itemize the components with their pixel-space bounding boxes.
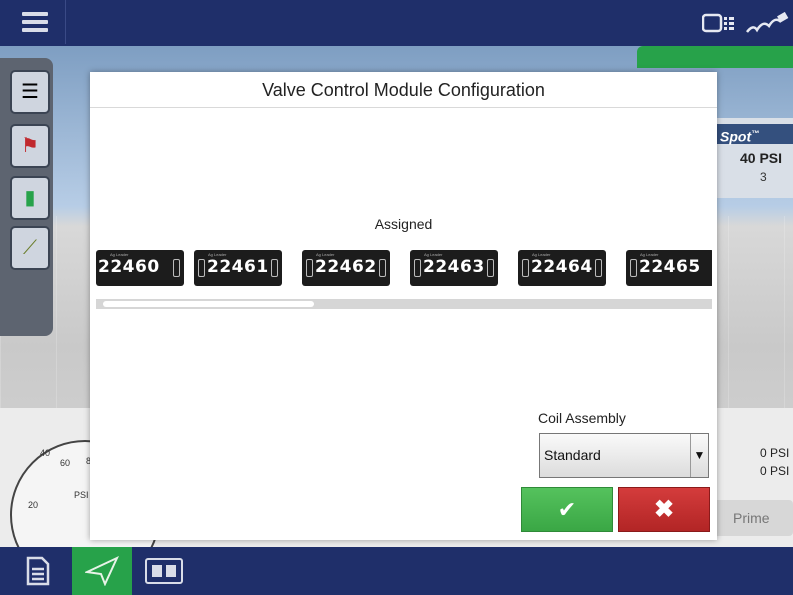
gauge-label: 40 xyxy=(40,448,51,458)
module-item[interactable]: Ag Leader 22463 xyxy=(410,250,498,286)
confirm-button[interactable]: ✔ xyxy=(521,487,613,532)
assigned-label: Assigned xyxy=(374,216,433,232)
coil-assembly-value: Standard xyxy=(544,447,601,463)
navigation-arrow-icon[interactable] xyxy=(72,547,132,595)
bottom-nav xyxy=(0,547,793,595)
close-icon: ✖ xyxy=(653,496,675,523)
pressure-readout: 40 PSI xyxy=(740,150,783,166)
gauge-label: PSI xyxy=(74,490,89,500)
module-serial: 22460 xyxy=(98,257,160,277)
dialog-title: Valve Control Module Configuration xyxy=(90,72,717,108)
hamburger-icon xyxy=(22,12,48,16)
module-item[interactable]: Ag Leader 22460 xyxy=(96,250,184,286)
module-item[interactable]: Ag Leader 22462 xyxy=(302,250,390,286)
cancel-button[interactable]: ✖ xyxy=(618,487,710,532)
satellite-icon[interactable] xyxy=(745,11,789,34)
pressure-2: 0 PSI xyxy=(760,464,790,478)
spot-title: Spot™ xyxy=(716,124,793,145)
horizontal-scrollbar[interactable] xyxy=(96,299,712,309)
coil-assembly-select[interactable]: Standard ▼ xyxy=(539,433,709,478)
document-icon[interactable] xyxy=(8,547,68,595)
flag-icon[interactable]: ⚑ xyxy=(10,124,50,168)
scrollbar-thumb[interactable] xyxy=(103,301,314,307)
boom-section-number: 3 xyxy=(760,170,767,184)
module-serial: 22463 xyxy=(423,257,485,277)
module-serial: 22464 xyxy=(531,257,593,277)
top-bar xyxy=(0,0,793,46)
module-serial: 22462 xyxy=(315,257,377,277)
prime-button[interactable]: Prime xyxy=(713,500,793,536)
pressure-1: 0 PSI xyxy=(760,446,790,460)
left-toolbar: ☰ ⚑ ▮ ⟋ xyxy=(0,58,53,336)
module-item[interactable]: Ag Leader 22464 xyxy=(518,250,606,286)
dropdown-arrow-icon: ▼ xyxy=(690,434,708,477)
chart-icon[interactable]: ▮ xyxy=(10,176,50,220)
module-item[interactable]: Ag Leader 22461 xyxy=(194,250,282,286)
vcm-config-dialog: Valve Control Module Configuration Assig… xyxy=(90,72,717,540)
split-view-icon[interactable] xyxy=(134,547,194,595)
module-item[interactable]: Ag Leader 22465 xyxy=(626,250,712,286)
guidance-icon[interactable]: ⟋ xyxy=(10,226,50,270)
module-serial: 22461 xyxy=(207,257,269,277)
menu-button[interactable] xyxy=(0,0,66,44)
gauge-label: 20 xyxy=(28,500,39,510)
gauge-label: 60 xyxy=(60,458,71,468)
display-icon[interactable] xyxy=(701,12,736,34)
checkmark-icon: ✔ xyxy=(557,497,577,522)
layers-icon[interactable]: ☰ xyxy=(10,70,50,114)
module-serial: 22465 xyxy=(639,257,701,277)
assigned-modules-list[interactable]: Ag Leader 22460 Ag Leader 22461 Ag Leade… xyxy=(96,250,712,290)
coil-assembly-label: Coil Assembly xyxy=(538,410,626,426)
right-status-strip xyxy=(637,46,793,68)
